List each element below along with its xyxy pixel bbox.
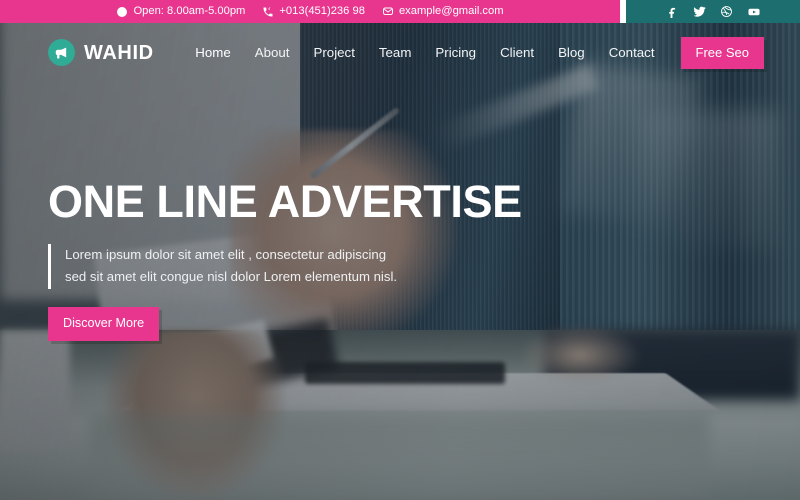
twitter-icon[interactable] <box>693 5 707 19</box>
dribbble-icon[interactable] <box>720 5 734 19</box>
landing-page: Open: 8.00am-5.00pm +013(451)236 98 exam… <box>0 0 800 500</box>
phone-icon <box>262 6 274 18</box>
hero-title: ONE LINE ADVERTISE <box>48 176 522 227</box>
discover-more-button[interactable]: Discover More <box>48 307 160 341</box>
opening-hours: Open: 8.00am-5.00pm <box>116 4 246 18</box>
clock-icon <box>116 6 128 18</box>
main-navigation: WAHID Home About Project Team Pricing Cl… <box>0 23 800 82</box>
brand-logo[interactable]: WAHID <box>48 39 154 66</box>
email-address[interactable]: example@gmail.com <box>382 4 504 18</box>
envelope-icon <box>382 6 394 18</box>
social-links-group <box>626 0 800 23</box>
nav-item-contact[interactable]: Contact <box>609 46 655 60</box>
opening-hours-text: Open: 8.00am-5.00pm <box>133 4 246 17</box>
top-info-bar: Open: 8.00am-5.00pm +013(451)236 98 exam… <box>0 0 800 23</box>
brand-name: WAHID <box>84 41 154 64</box>
phone-number-text: +013(451)236 98 <box>279 4 365 17</box>
nav-menu: Home About Project Team Pricing Client B… <box>195 46 655 60</box>
hero-description: Lorem ipsum dolor sit amet elit , consec… <box>48 243 408 290</box>
nav-item-blog[interactable]: Blog <box>558 46 585 60</box>
nav-item-about[interactable]: About <box>255 46 290 60</box>
email-address-text: example@gmail.com <box>398 4 504 17</box>
hero-content: ONE LINE ADVERTISE Lorem ipsum dolor sit… <box>48 176 522 341</box>
megaphone-icon <box>48 39 75 66</box>
facebook-icon[interactable] <box>666 5 680 19</box>
nav-item-pricing[interactable]: Pricing <box>435 46 476 60</box>
youtube-icon[interactable] <box>747 5 761 19</box>
nav-item-team[interactable]: Team <box>379 46 412 60</box>
nav-item-project[interactable]: Project <box>314 46 355 60</box>
nav-item-home[interactable]: Home <box>195 46 230 60</box>
nav-item-client[interactable]: Client <box>500 46 534 60</box>
top-bar-contact-group: Open: 8.00am-5.00pm +013(451)236 98 exam… <box>0 0 620 23</box>
phone-number[interactable]: +013(451)236 98 <box>262 4 365 18</box>
free-seo-button[interactable]: Free Seo <box>680 36 764 69</box>
